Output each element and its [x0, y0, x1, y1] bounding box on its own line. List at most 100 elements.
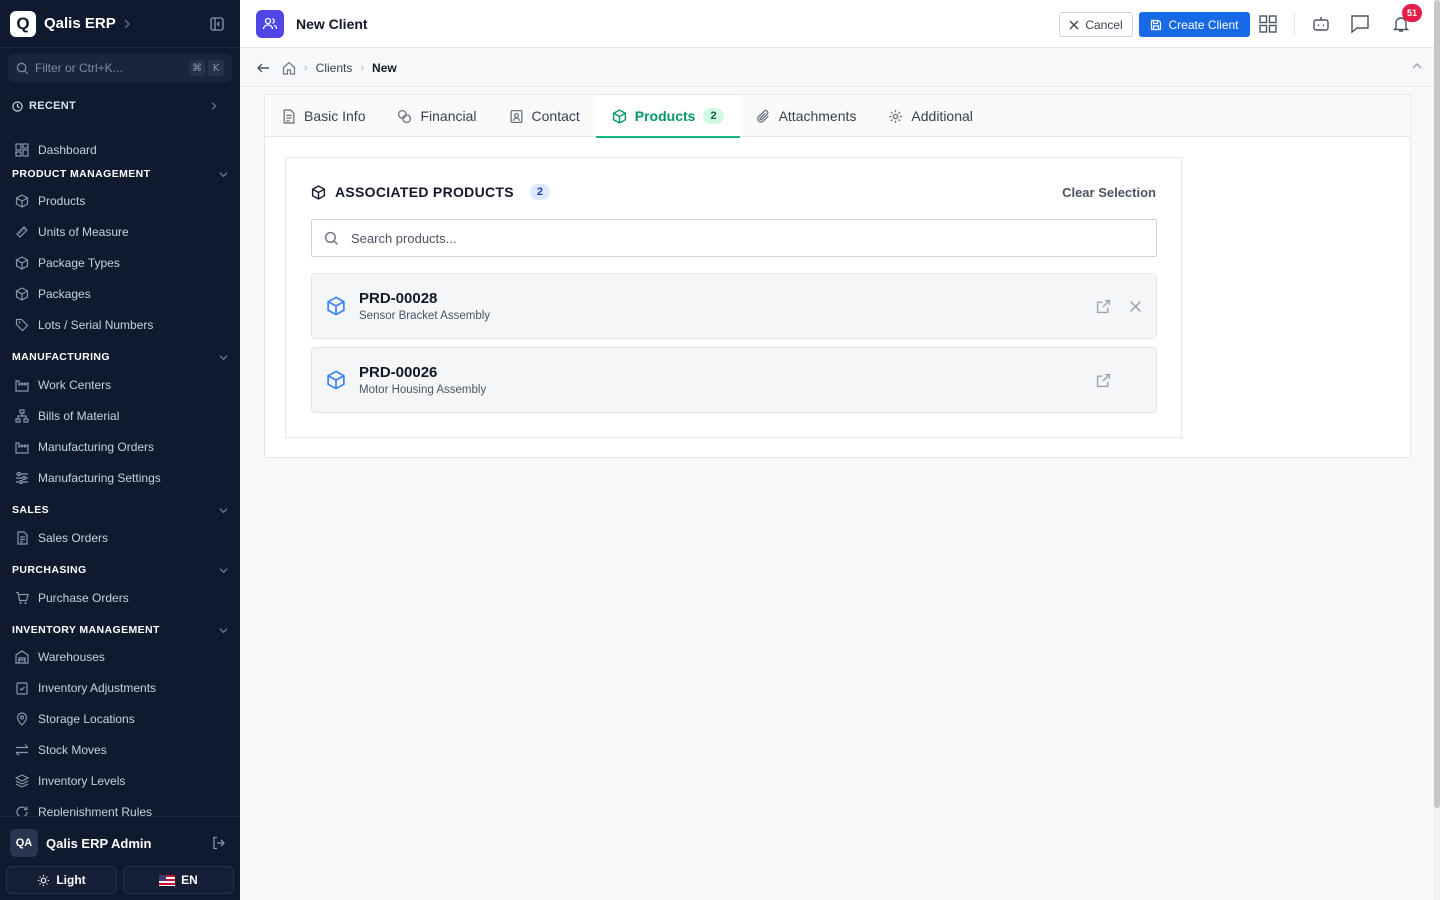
chevron-down-icon — [219, 506, 228, 515]
product-info: PRD-00028 Sensor Bracket Assembly — [359, 290, 490, 322]
box-icon — [311, 184, 326, 200]
section-purchasing[interactable]: PURCHASING — [12, 563, 228, 577]
sidebar-item-label: Units of Measure — [38, 225, 129, 239]
app-name[interactable]: Qalis ERP — [44, 15, 116, 32]
tab-products[interactable]: Products 2 — [595, 95, 740, 138]
product-code: PRD-00028 — [359, 290, 438, 307]
box-icon — [14, 255, 30, 271]
sidebar-item-work-centers[interactable]: Work Centers — [14, 375, 230, 395]
external-link-icon[interactable] — [1096, 299, 1111, 314]
factory-icon — [14, 439, 30, 455]
layers-icon — [14, 773, 30, 789]
product-search-input[interactable] — [351, 230, 1131, 246]
k-key: K — [208, 60, 224, 76]
sidebar-item-stock-moves[interactable]: Stock Moves — [14, 740, 230, 760]
tab-additional[interactable]: Additional — [872, 95, 989, 137]
list-item[interactable]: PRD-00028 Sensor Bracket Assembly — [311, 273, 1157, 339]
sidebar-item-label: Warehouses — [38, 650, 105, 664]
tab-contact[interactable]: Contact — [493, 95, 596, 137]
sidebar-item-packages[interactable]: Packages — [14, 284, 230, 304]
clear-selection-button[interactable]: Clear Selection — [1062, 185, 1156, 200]
products-count-badge: 2 — [529, 184, 551, 200]
section-inventory-management[interactable]: INVENTORY MANAGEMENT — [12, 623, 228, 637]
warehouse-icon — [14, 649, 30, 665]
keyboard-shortcut: ⌘ K — [189, 60, 224, 76]
breadcrumb-clients[interactable]: Clients — [316, 61, 353, 75]
section-manufacturing[interactable]: MANUFACTURING — [12, 350, 228, 364]
tab-financial[interactable]: Financial — [381, 95, 492, 137]
client-form-card: Basic Info Financial Contact Products 2 … — [264, 94, 1411, 458]
breadcrumb-current: New — [372, 60, 397, 75]
sidebar-item-products[interactable]: Products — [14, 191, 230, 211]
create-client-button[interactable]: Create Client — [1139, 12, 1250, 37]
sidebar-item-units-of-measure[interactable]: Units of Measure — [14, 222, 230, 242]
page-title: New Client — [296, 15, 368, 32]
sidebar-footer: QA Qalis ERP Admin Light EN — [0, 816, 240, 900]
sidebar-filter-input[interactable]: Filter or Ctrl+K... ⌘ K — [8, 54, 232, 82]
cancel-button[interactable]: Cancel — [1059, 12, 1133, 37]
sidebar-item-purchase-orders[interactable]: Purchase Orders — [14, 588, 230, 608]
scrollbar-thumb[interactable] — [1434, 0, 1440, 808]
sidebar-item-sales-orders[interactable]: Sales Orders — [14, 528, 230, 548]
sidebar-item-label: Manufacturing Orders — [38, 440, 155, 454]
sidebar-item-inventory-levels[interactable]: Inventory Levels — [14, 771, 230, 791]
product-info: PRD-00026 Motor Housing Assembly — [359, 364, 486, 396]
sidebar: Q Qalis ERP Filter or Ctrl+K... ⌘ K RECE… — [0, 0, 240, 900]
sidebar-item-label: Bills of Material — [38, 409, 120, 423]
sidebar-item-bills-of-material[interactable]: Bills of Material — [14, 406, 230, 426]
section-title: MANUFACTURING — [12, 351, 110, 363]
gear-icon — [888, 109, 903, 124]
tab-basic-info[interactable]: Basic Info — [265, 95, 381, 137]
language-button[interactable]: EN — [123, 866, 234, 894]
save-icon — [1150, 19, 1162, 31]
avatar: QA — [10, 829, 38, 857]
page-scrollbar[interactable] — [1434, 0, 1440, 900]
sidebar-item-label: Purchase Orders — [38, 591, 129, 605]
sidebar-item-manufacturing-orders[interactable]: Manufacturing Orders — [14, 437, 230, 457]
chevron-right-icon[interactable] — [122, 19, 132, 29]
divider — [1294, 12, 1295, 36]
user-profile[interactable]: QA Qalis ERP Admin — [10, 829, 226, 857]
sidebar-item-storage-locations[interactable]: Storage Locations — [14, 709, 230, 729]
filter-placeholder: Filter or Ctrl+K... — [35, 61, 123, 75]
chevron-down-icon — [219, 170, 228, 179]
tab-attachments[interactable]: Attachments — [740, 95, 873, 137]
sidebar-item-inventory-adjustments[interactable]: Inventory Adjustments — [14, 678, 230, 698]
section-title: PURCHASING — [12, 564, 87, 576]
chat-icon[interactable] — [1349, 13, 1371, 35]
ruler-icon — [14, 224, 30, 240]
home-icon[interactable] — [282, 61, 296, 75]
section-sales[interactable]: SALES — [12, 503, 228, 517]
bot-icon[interactable] — [1310, 13, 1332, 35]
map-pin-icon — [14, 711, 30, 727]
back-arrow-icon[interactable] — [256, 61, 270, 75]
factory-icon — [14, 377, 30, 393]
panel-header: ASSOCIATED PRODUCTS 2 Clear Selection — [311, 184, 1156, 200]
sidebar-item-manufacturing-settings[interactable]: Manufacturing Settings — [14, 468, 230, 488]
sidebar-item-package-types[interactable]: Package Types — [14, 253, 230, 273]
panel-title: ASSOCIATED PRODUCTS — [335, 184, 514, 200]
list-item[interactable]: PRD-00026 Motor Housing Assembly — [311, 347, 1157, 413]
contact-icon — [509, 109, 524, 124]
apps-grid-icon[interactable] — [1257, 13, 1279, 35]
product-search-box[interactable] — [311, 219, 1157, 257]
external-link-icon[interactable] — [1096, 373, 1111, 388]
remove-product-icon[interactable] — [1129, 300, 1142, 313]
chevron-up-icon[interactable] — [1412, 61, 1422, 71]
cancel-label: Cancel — [1085, 17, 1123, 32]
product-actions — [1096, 373, 1142, 388]
top-bar: New Client Cancel Create Client 51 — [240, 0, 1434, 48]
section-product-management[interactable]: PRODUCT MANAGEMENT — [12, 167, 228, 181]
app-logo[interactable]: Q — [10, 10, 36, 37]
theme-toggle-button[interactable]: Light — [6, 866, 117, 894]
breadcrumb: › Clients › New — [240, 49, 1434, 87]
sidebar-item-lots-serial-numbers[interactable]: Lots / Serial Numbers — [14, 315, 230, 335]
sidebar-collapse-icon[interactable] — [210, 16, 224, 31]
sidebar-item-dashboard[interactable]: Dashboard — [14, 140, 230, 160]
sidebar-item-label: Package Types — [38, 256, 120, 270]
sidebar-item-warehouses[interactable]: Warehouses — [14, 647, 230, 667]
logout-icon[interactable] — [212, 836, 226, 850]
paperclip-icon — [756, 109, 771, 124]
chevron-down-icon — [219, 566, 228, 575]
recent-toggle[interactable]: RECENT — [12, 98, 218, 114]
